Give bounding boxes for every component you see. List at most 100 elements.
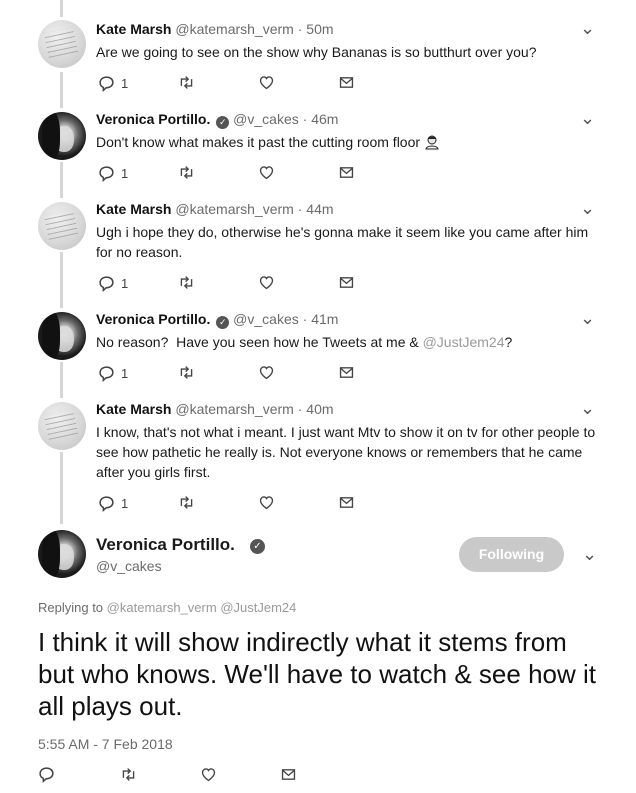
message-button[interactable] xyxy=(338,74,355,94)
retweet-icon xyxy=(180,276,193,289)
retweet-icon xyxy=(122,768,135,781)
like-icon xyxy=(259,366,274,380)
reply-button[interactable] xyxy=(38,766,55,786)
message-button[interactable] xyxy=(338,494,355,514)
like-button[interactable] xyxy=(258,74,275,94)
retweet-button[interactable] xyxy=(178,74,195,94)
tweet-text: Don't know what makes it past the cuttin… xyxy=(96,134,421,150)
message-icon xyxy=(339,497,354,508)
reply-count: 1 xyxy=(121,276,129,291)
like-icon xyxy=(259,496,274,510)
tweet-text-end: ? xyxy=(504,334,513,350)
message-button[interactable] xyxy=(338,274,355,294)
like-button[interactable] xyxy=(258,274,275,294)
reply-button[interactable]: 1 xyxy=(98,74,128,94)
retweet-icon xyxy=(180,496,193,509)
message-button[interactable] xyxy=(338,164,355,184)
mention-link[interactable]: @katemarsh_verm xyxy=(107,600,217,615)
chevron-down-icon[interactable]: ⌄ xyxy=(580,398,595,419)
author-handle[interactable]: @katemarsh_verm xyxy=(175,401,293,417)
retweet-button[interactable] xyxy=(178,364,195,384)
thread-line xyxy=(60,362,63,398)
chevron-down-icon[interactable]: ⌄ xyxy=(580,198,595,219)
message-button[interactable] xyxy=(280,766,297,786)
mention-link[interactable]: @JustJem24 xyxy=(423,334,505,350)
thread-line xyxy=(60,162,63,198)
avatar[interactable] xyxy=(38,312,86,360)
thread-line xyxy=(60,72,63,108)
reply-icon xyxy=(99,496,114,512)
like-button[interactable] xyxy=(200,766,217,786)
tweet-time[interactable]: 40m xyxy=(306,401,333,417)
chevron-down-icon[interactable]: ⌄ xyxy=(580,18,595,39)
reply-count: 1 xyxy=(121,496,129,511)
separator-dot: · xyxy=(297,201,303,217)
thread-line xyxy=(60,0,63,17)
retweet-button[interactable] xyxy=(178,164,195,184)
thread-line xyxy=(60,452,63,524)
author-handle[interactable]: @katemarsh_verm xyxy=(175,21,293,37)
reply-button[interactable]: 1 xyxy=(98,164,128,184)
like-icon xyxy=(259,166,274,180)
author-handle[interactable]: @v_cakes xyxy=(96,558,162,574)
retweet-icon xyxy=(180,76,193,89)
reply-icon xyxy=(99,76,114,92)
chevron-down-icon[interactable]: ⌄ xyxy=(580,308,595,329)
following-button[interactable]: Following xyxy=(459,537,564,572)
tweet-time[interactable]: 41m xyxy=(311,311,338,327)
chevron-down-icon[interactable]: ⌄ xyxy=(582,544,597,565)
author-name[interactable]: Veronica Portillo. xyxy=(96,111,210,127)
reply-count: 1 xyxy=(121,366,129,381)
avatar[interactable] xyxy=(38,402,86,450)
retweet-icon xyxy=(180,166,193,179)
message-icon xyxy=(339,77,354,88)
chevron-down-icon[interactable]: ⌄ xyxy=(580,108,595,129)
mention-link[interactable]: @JustJem24 xyxy=(220,600,296,615)
tweet-time[interactable]: 44m xyxy=(306,201,333,217)
like-button[interactable] xyxy=(258,164,275,184)
separator-dot: · xyxy=(302,111,308,127)
tweet-text: No reason? Have you seen how he Tweets a… xyxy=(96,334,423,350)
like-button[interactable] xyxy=(258,494,275,514)
tweet-text: I know, that's not what i meant. I just … xyxy=(96,424,596,480)
separator-dot: · xyxy=(297,401,303,417)
author-handle[interactable]: @v_cakes xyxy=(233,111,299,127)
author-name[interactable]: Kate Marsh xyxy=(96,201,171,217)
avatar[interactable] xyxy=(38,20,86,68)
woman-shrugging-emoji xyxy=(425,135,439,150)
verified-icon: ✓ xyxy=(250,539,265,554)
avatar[interactable] xyxy=(38,112,86,160)
reply-count: 1 xyxy=(121,76,129,91)
retweet-icon xyxy=(180,366,193,379)
verified-icon: ✓ xyxy=(216,116,230,129)
retweet-button[interactable] xyxy=(178,274,195,294)
reply-button[interactable]: 1 xyxy=(98,274,128,294)
verified-icon: ✓ xyxy=(216,316,230,329)
like-icon xyxy=(201,768,216,782)
reply-button[interactable]: 1 xyxy=(98,494,128,514)
reply-button[interactable]: 1 xyxy=(98,364,128,384)
author-name[interactable]: Veronica Portillo. xyxy=(96,311,210,327)
tweet-time[interactable]: 50m xyxy=(306,21,333,37)
tweet-text: Ugh i hope they do, otherwise he's gonna… xyxy=(96,224,589,260)
reply-icon xyxy=(39,767,54,783)
author-handle[interactable]: @v_cakes xyxy=(233,311,299,327)
retweet-button[interactable] xyxy=(120,766,137,786)
author-name[interactable]: Kate Marsh xyxy=(96,401,171,417)
author-name[interactable]: Veronica Portillo. xyxy=(96,535,235,555)
message-icon xyxy=(281,769,296,780)
tweet-timestamp[interactable]: 5:55 AM - 7 Feb 2018 xyxy=(38,736,173,752)
like-icon xyxy=(259,276,274,290)
tweet-time[interactable]: 46m xyxy=(311,111,338,127)
message-icon xyxy=(339,167,354,178)
avatar[interactable] xyxy=(38,202,86,250)
like-button[interactable] xyxy=(258,364,275,384)
reply-icon xyxy=(99,276,114,292)
separator-dot: · xyxy=(302,311,308,327)
main-tweet-text: I think it will show indirectly what it … xyxy=(38,627,596,721)
author-handle[interactable]: @katemarsh_verm xyxy=(175,201,293,217)
avatar[interactable] xyxy=(38,530,86,578)
retweet-button[interactable] xyxy=(178,494,195,514)
message-button[interactable] xyxy=(338,364,355,384)
author-name[interactable]: Kate Marsh xyxy=(96,21,171,37)
